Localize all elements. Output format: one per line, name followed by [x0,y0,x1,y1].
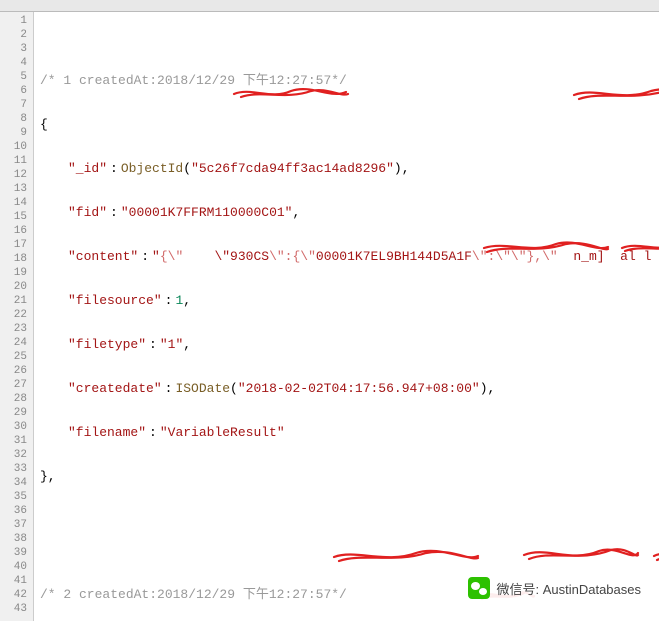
comment: /* 2 createdAt:2018/12/29 下午12:27:57*/ [40,587,347,602]
wechat-watermark: 微信号: AustinDatabases [464,575,645,601]
isodate-fn: ISODate [175,381,230,396]
key-filesource: "filesource" [68,293,162,308]
key-createdate: "createdate" [68,381,162,396]
createdate-value: "2018-02-02T04:17:56.947+08:00" [238,381,480,396]
redaction-scribble-5 [284,532,481,586]
key-id: "_id" [68,161,107,176]
title-bar [0,0,659,12]
close-brace: }, [40,469,56,484]
objectid-fn: ObjectId [121,161,183,176]
line-number-gutter: 1234567891011121314151617181920212223242… [0,12,34,621]
filetype-value: "1" [160,337,183,352]
key-filetype: "filetype" [68,337,146,352]
id-value: "5c26f7cda94ff3ac14ad8296" [191,161,394,176]
wechat-label: 微信号: AustinDatabases [496,579,641,598]
wechat-icon [468,577,490,599]
key-content: "content" [68,249,138,264]
content-value: "{\" \"930CS\":{\"00001K7EL9BH144D5A1F\"… [152,249,659,264]
code-editor: 1234567891011121314151617181920212223242… [0,12,659,621]
code-area[interactable]: /* 1 createdAt:2018/12/29 下午12:27:57*/ {… [34,12,659,621]
key-fid: "fid" [68,205,107,220]
comment: /* 1 createdAt:2018/12/29 下午12:27:57*/ [40,73,347,88]
filename-value: "VariableResult" [160,425,285,440]
open-brace: { [40,117,48,132]
fid-value: "00001K7FFRM110000C01" [121,205,293,220]
key-filename: "filename" [68,425,146,440]
